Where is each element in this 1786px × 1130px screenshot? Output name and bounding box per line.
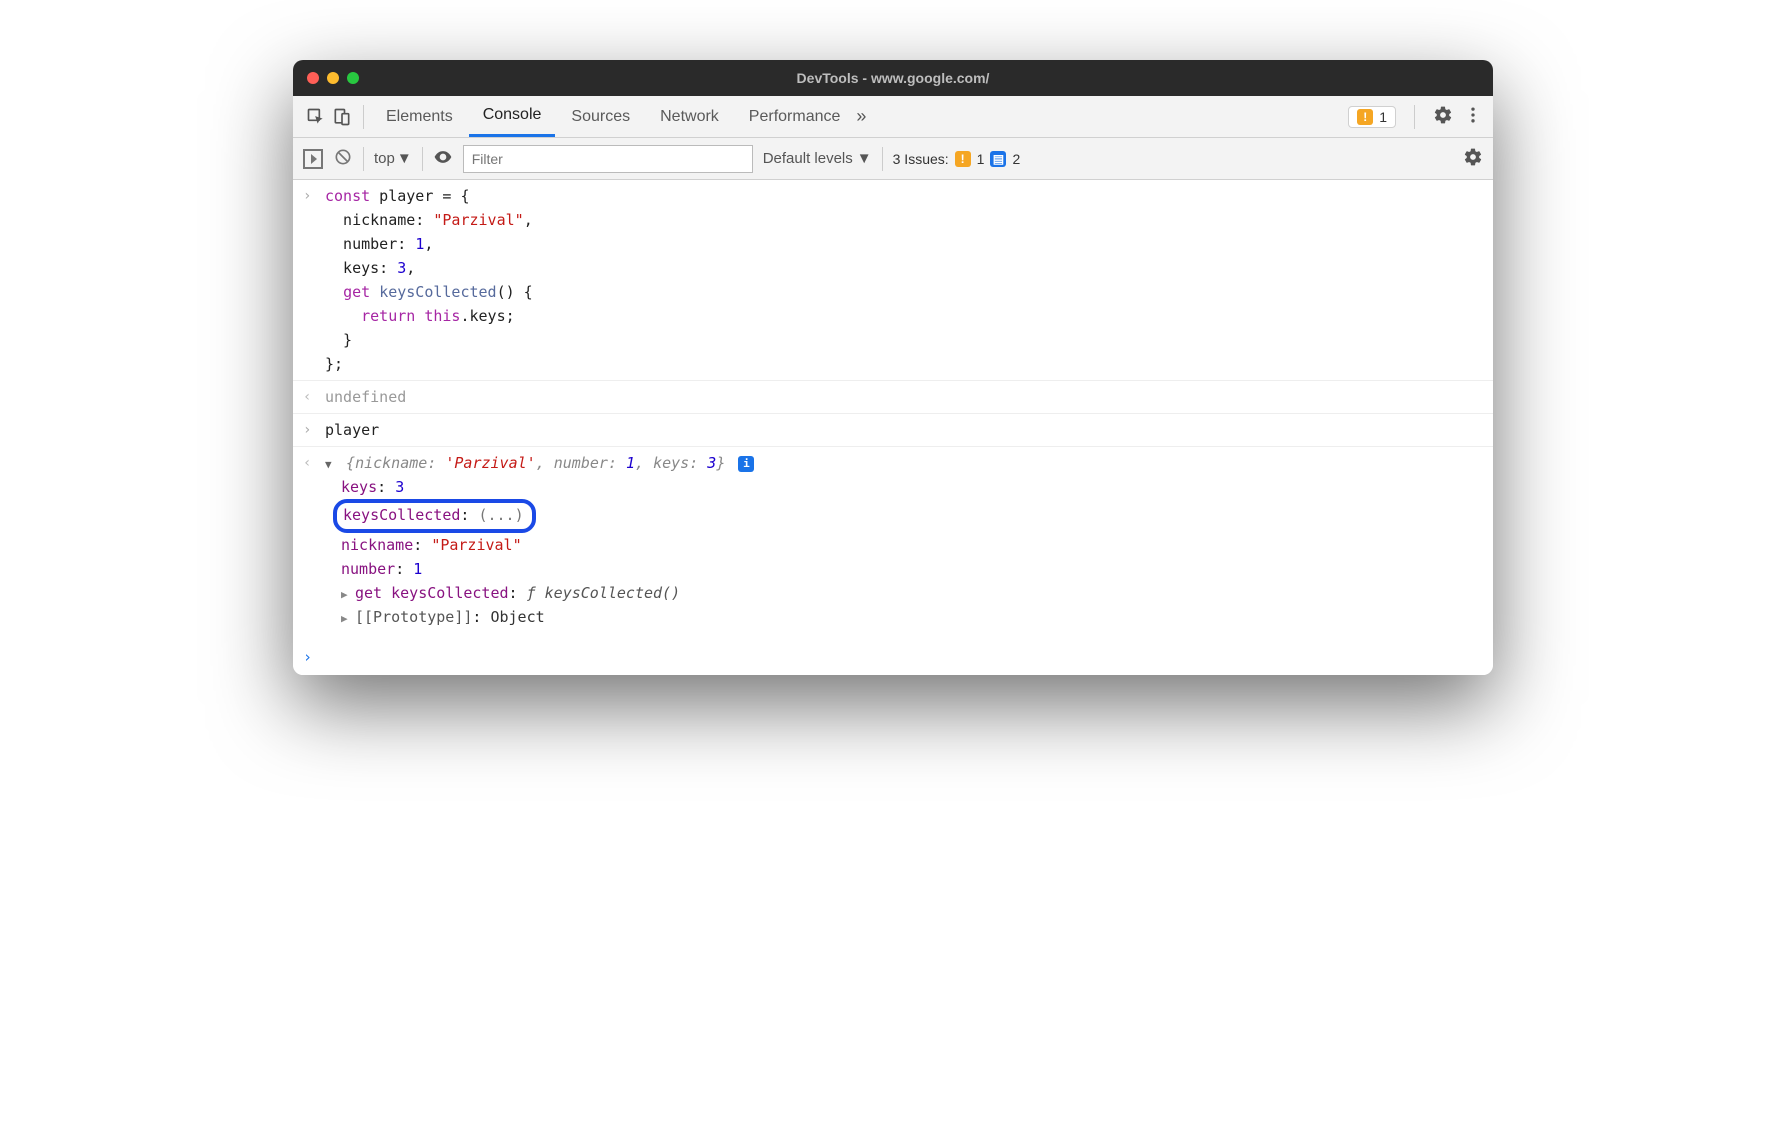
prop-key: keys xyxy=(341,478,377,496)
context-selector[interactable]: top ▼ xyxy=(374,150,412,167)
devtools-window: DevTools - www.google.com/ Elements Cons… xyxy=(293,60,1493,675)
info-icon[interactable]: i xyxy=(738,456,754,472)
expand-arrow-icon[interactable]: ▶ xyxy=(341,610,355,628)
minimize-window-button[interactable] xyxy=(327,72,339,84)
subbar-separator xyxy=(882,147,883,171)
prop-key: keysCollected xyxy=(343,506,460,524)
issues-summary[interactable]: 3 Issues: ! 1 ▤ 2 xyxy=(893,151,1021,167)
toolbar-right: ! 1 xyxy=(1348,105,1483,129)
filter-input[interactable] xyxy=(463,145,753,173)
toolbar-separator xyxy=(363,105,364,129)
console-body: › const player = { nickname: "Parzival",… xyxy=(293,180,1493,675)
tab-network[interactable]: Network xyxy=(646,98,733,136)
titlebar: DevTools - www.google.com/ xyxy=(293,60,1493,96)
window-title: DevTools - www.google.com/ xyxy=(797,70,990,86)
object-property-row: nickname: "Parzival" xyxy=(303,533,1483,557)
warning-count: 1 xyxy=(1379,109,1387,125)
close-window-button[interactable] xyxy=(307,72,319,84)
inspect-element-icon[interactable] xyxy=(303,104,329,130)
prop-key: [[Prototype]] xyxy=(355,608,472,626)
prop-key: number xyxy=(341,560,395,578)
issues-label: 3 Issues: xyxy=(893,151,949,167)
live-expression-icon[interactable] xyxy=(433,147,453,171)
input-chevron-icon: › xyxy=(303,418,325,442)
more-options-icon[interactable] xyxy=(1463,105,1483,129)
function-name: keysCollected() xyxy=(545,584,680,602)
object-property-row[interactable]: ▶get keysCollected: ƒ keysCollected() xyxy=(303,581,1483,605)
window-controls xyxy=(293,72,359,84)
fullscreen-window-button[interactable] xyxy=(347,72,359,84)
output-chevron-icon: ‹ xyxy=(303,451,325,475)
console-settings-gear-icon[interactable] xyxy=(1463,147,1483,171)
show-drawer-icon[interactable] xyxy=(303,149,323,169)
object-summary[interactable]: ▼ {nickname: 'Parzival', number: 1, keys… xyxy=(325,451,1483,475)
issues-info-count: 2 xyxy=(1012,151,1020,167)
object-property-row: number: 1 xyxy=(303,557,1483,581)
info-icon: ▤ xyxy=(990,151,1006,167)
device-toggle-icon[interactable] xyxy=(329,104,355,130)
console-input-row: › const player = { nickname: "Parzival",… xyxy=(293,180,1493,381)
prop-value: "Parzival" xyxy=(431,536,521,554)
getter-placeholder[interactable]: (...) xyxy=(478,506,523,524)
subbar-separator xyxy=(363,147,364,171)
console-output-row: ‹ undefined xyxy=(293,381,1493,414)
warning-icon: ! xyxy=(955,151,971,167)
console-output-row: ‹ ▼ {nickname: 'Parzival', number: 1, ke… xyxy=(293,447,1493,639)
panel-tabs: Elements Console Sources Network Perform… xyxy=(372,96,866,137)
tab-elements[interactable]: Elements xyxy=(372,98,467,136)
main-toolbar: Elements Console Sources Network Perform… xyxy=(293,96,1493,138)
prop-key: nickname xyxy=(341,536,413,554)
warning-icon: ! xyxy=(1357,109,1373,125)
prop-key: get keysCollected xyxy=(355,584,509,602)
levels-label: Default levels xyxy=(763,150,853,167)
console-prompt[interactable]: › xyxy=(293,639,1493,675)
clear-console-icon[interactable] xyxy=(333,147,353,171)
undefined-output: undefined xyxy=(325,385,1483,409)
console-input-row: › player xyxy=(293,414,1493,447)
prop-value: Object xyxy=(490,608,544,626)
context-label: top xyxy=(374,150,395,167)
tab-console[interactable]: Console xyxy=(469,96,556,137)
console-subbar: top ▼ Default levels ▼ 3 Issues: ! 1 ▤ 2 xyxy=(293,138,1493,180)
prop-value: 3 xyxy=(395,478,404,496)
function-f-icon: ƒ xyxy=(527,584,536,602)
console-code: const player = { nickname: "Parzival", n… xyxy=(325,184,1483,376)
tab-performance[interactable]: Performance xyxy=(735,98,855,136)
input-chevron-icon: › xyxy=(303,184,325,376)
object-property-row[interactable]: ▶[[Prototype]]: Object xyxy=(303,605,1483,629)
expand-arrow-icon[interactable]: ▶ xyxy=(341,586,355,604)
expand-arrow-icon[interactable]: ▼ xyxy=(325,456,337,474)
subbar-separator xyxy=(422,147,423,171)
tab-sources[interactable]: Sources xyxy=(557,98,644,136)
more-tabs-icon[interactable]: » xyxy=(856,106,866,127)
chevron-down-icon: ▼ xyxy=(857,150,872,167)
highlight-annotation: keysCollected: (...) xyxy=(333,499,536,533)
output-chevron-icon: ‹ xyxy=(303,385,325,409)
prop-value: 1 xyxy=(413,560,422,578)
object-property-row: keys: 3 xyxy=(303,475,1483,499)
console-input-text: player xyxy=(325,418,1483,442)
toolbar-separator xyxy=(1414,105,1415,129)
object-property-row-highlighted: keysCollected: (...) xyxy=(303,499,1483,533)
issues-warn-count: 1 xyxy=(977,151,985,167)
log-levels-selector[interactable]: Default levels ▼ xyxy=(763,150,872,167)
chevron-down-icon: ▼ xyxy=(397,150,412,167)
settings-gear-icon[interactable] xyxy=(1433,105,1453,129)
warnings-badge[interactable]: ! 1 xyxy=(1348,106,1396,128)
